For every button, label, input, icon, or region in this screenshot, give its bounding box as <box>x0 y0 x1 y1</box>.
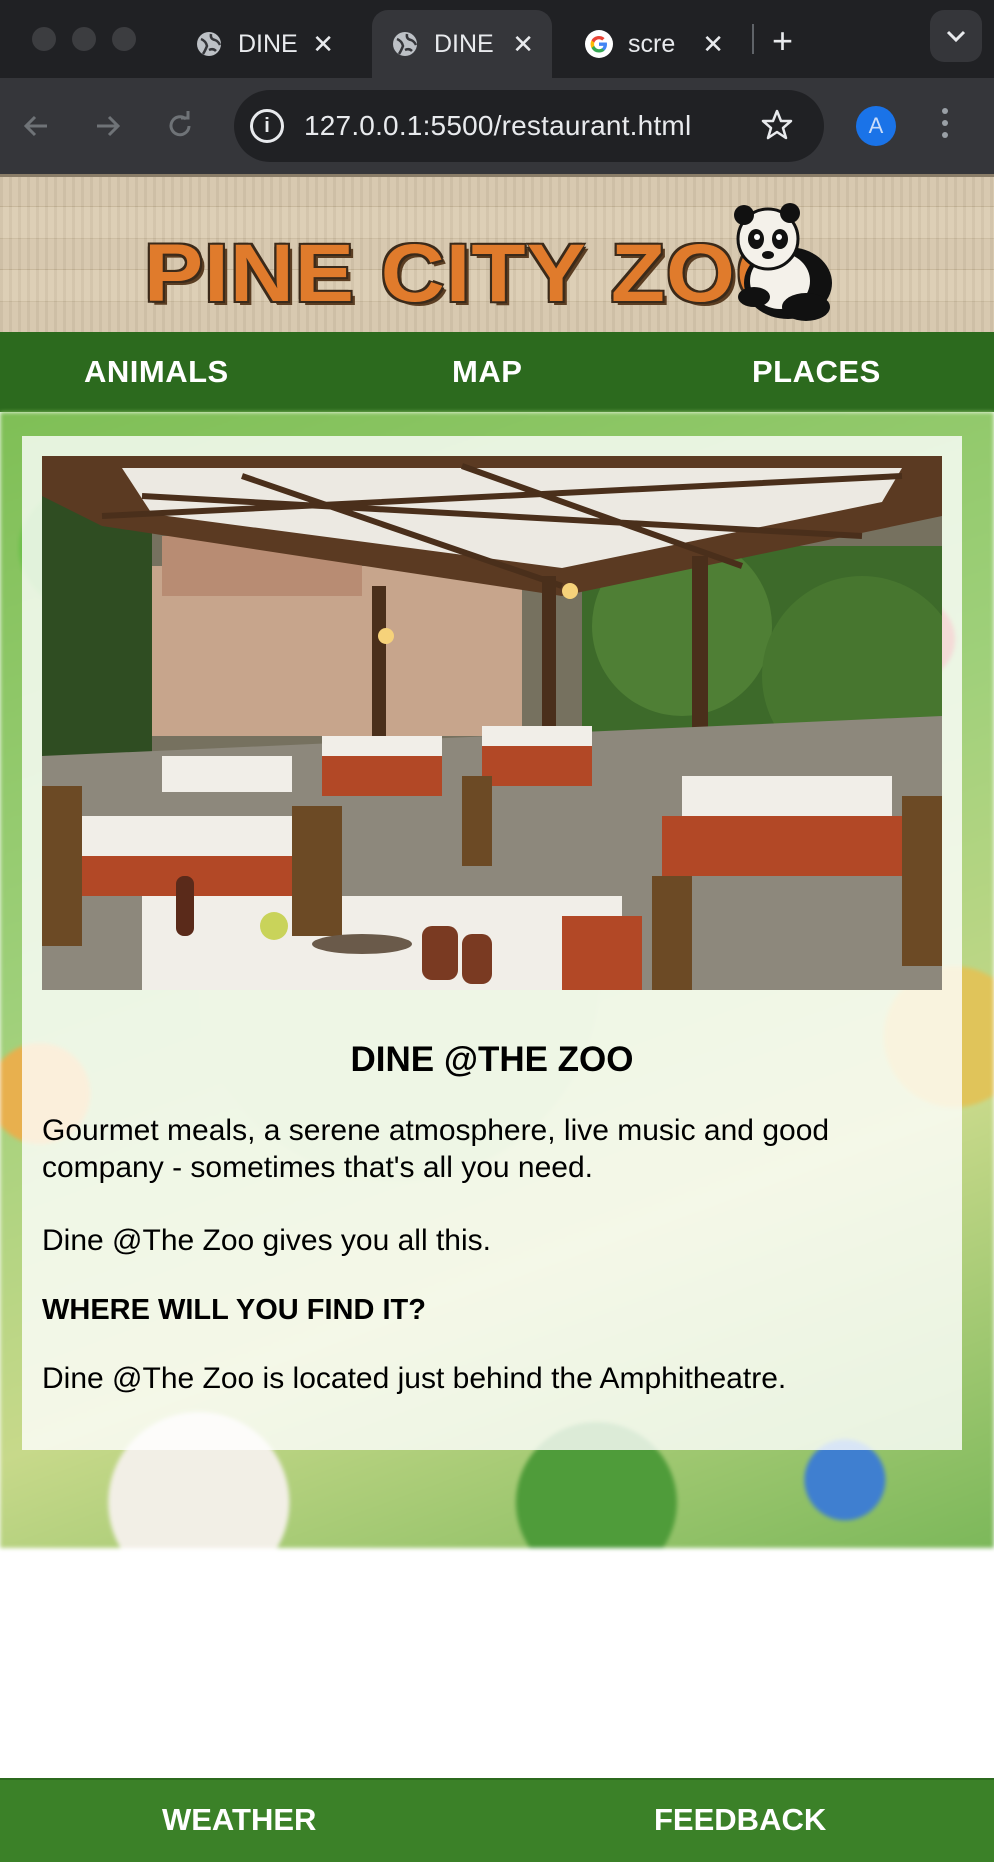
location-paragraph: Dine @The Zoo is located just behind the… <box>42 1362 787 1395</box>
restaurant-hero-image <box>42 456 942 990</box>
close-tab-icon[interactable]: ✕ <box>312 29 334 60</box>
footer-link-feedback[interactable]: FEEDBACK <box>654 1802 826 1838</box>
browser-toolbar: i 127.0.0.1:5500/restaurant.html A <box>0 78 994 174</box>
tab-title: scre <box>628 29 676 58</box>
window-zoom-button[interactable] <box>112 27 136 51</box>
location-subheading: WHERE WILL YOU FIND IT? <box>42 1294 426 1326</box>
tagline-paragraph: Dine @The Zoo gives you all this. <box>42 1224 491 1257</box>
google-icon <box>584 29 614 59</box>
url-text: 127.0.0.1:5500/restaurant.html <box>304 110 692 141</box>
close-tab-icon[interactable]: ✕ <box>512 29 534 60</box>
tab-search-button[interactable] <box>930 10 982 62</box>
tab-title: DINE <box>434 29 494 58</box>
browser-tab-2[interactable]: DINE ✕ <box>372 10 552 78</box>
site-header: PINE CITY ZOO <box>0 174 994 332</box>
back-button[interactable] <box>14 104 58 148</box>
profile-avatar[interactable]: A <box>856 106 896 146</box>
main-nav: ANIMALS MAP PLACES <box>0 332 994 412</box>
window-close-button[interactable] <box>32 27 56 51</box>
nav-link-animals[interactable]: ANIMALS <box>84 354 229 390</box>
tab-title: DINE <box>238 29 298 58</box>
browser-tab-1[interactable]: DINE ✕ <box>176 10 352 78</box>
page-heading: DINE @THE ZOO <box>350 1040 634 1079</box>
browser-menu-icon[interactable] <box>940 108 950 144</box>
bookmark-star-icon[interactable] <box>760 108 794 147</box>
panda-icon <box>734 203 832 321</box>
browser-tab-bar: DINE ✕ DINE ✕ scre ✕ + <box>0 0 994 78</box>
reload-button[interactable] <box>158 104 202 148</box>
forward-button[interactable] <box>86 104 130 148</box>
forward-arrow-icon <box>97 115 121 137</box>
nav-link-map[interactable]: MAP <box>452 354 522 390</box>
window-minimize-button[interactable] <box>72 27 96 51</box>
globe-icon <box>390 29 420 59</box>
back-arrow-icon <box>23 115 47 137</box>
intro-paragraph: Gourmet meals, a serene atmosphere, live… <box>42 1114 830 1184</box>
new-tab-button[interactable]: + <box>772 20 793 62</box>
address-bar[interactable]: i 127.0.0.1:5500/restaurant.html <box>234 90 824 162</box>
restaurant-patio-photo <box>42 456 942 990</box>
site-logo[interactable]: PINE CITY ZOO <box>144 233 806 315</box>
nav-link-places[interactable]: PLACES <box>752 354 881 390</box>
reload-icon <box>169 111 191 137</box>
browser-tab-3[interactable]: scre ✕ <box>566 10 742 78</box>
web-page: PINE CITY ZOO ANIMALS MAP PLACES DINE @T… <box>0 174 994 1862</box>
chevron-down-icon <box>946 30 966 43</box>
site-info-icon[interactable]: i <box>250 109 284 143</box>
footer-link-weather[interactable]: WEATHER <box>162 1802 316 1838</box>
content-card: DINE @THE ZOO Gourmet meals, a serene at… <box>22 436 962 1450</box>
site-footer: WEATHER FEEDBACK <box>0 1778 994 1862</box>
globe-icon <box>194 29 224 59</box>
close-tab-icon[interactable]: ✕ <box>702 29 724 60</box>
tab-separator <box>752 24 754 54</box>
